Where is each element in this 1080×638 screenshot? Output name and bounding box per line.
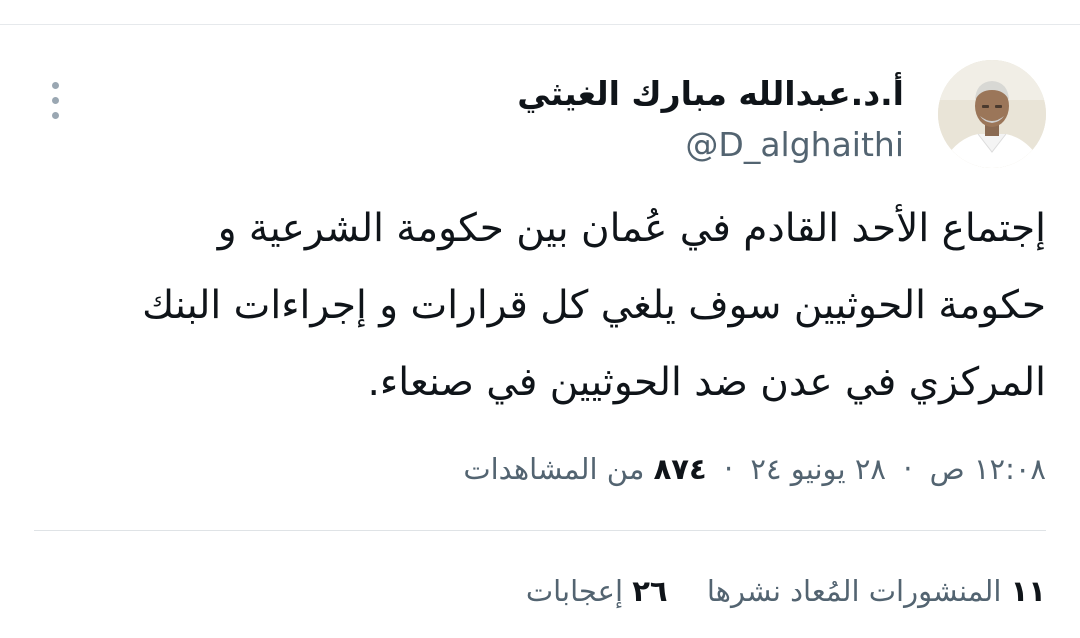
reposts-label: المنشورات المُعاد نشرها — [706, 574, 1002, 608]
author-handle[interactable]: @D_alghaithi — [685, 122, 904, 168]
reposts-stat[interactable]: ١١ المنشورات المُعاد نشرها — [698, 574, 1046, 608]
tweet-date[interactable]: ٢٨ يونيو ٢٤ — [750, 452, 886, 486]
tweet-meta: ١٢:٠٨ ص · ٢٨ يونيو ٢٤ · ٨٧٤ من المشاهدات — [463, 448, 1046, 490]
stats-divider — [34, 530, 1046, 531]
tweet-time[interactable]: ١٢:٠٨ ص — [930, 452, 1046, 486]
dot — [51, 112, 59, 119]
separator: · — [723, 452, 734, 486]
separator: · — [903, 452, 913, 486]
likes-label: إعجابات — [525, 574, 623, 608]
likes-count: ٢٦ — [632, 574, 668, 608]
profile-photo — [938, 60, 1046, 168]
more-vertical-icon[interactable] — [42, 82, 68, 126]
reposts-count: ١١ — [1010, 574, 1046, 608]
tweet-text: إجتماع الأحد القادم في عُمان بين حكومة ا… — [142, 206, 1046, 405]
dot — [51, 97, 59, 104]
dot — [51, 82, 59, 89]
views-label: من المشاهدات — [463, 452, 645, 486]
views-count: ٨٧٤ — [653, 452, 707, 486]
likes-stat[interactable]: ٢٦ إعجابات — [526, 574, 668, 608]
avatar[interactable] — [938, 60, 1046, 168]
engagement-stats: ١١ المنشورات المُعاد نشرها ٢٦ إعجابات — [496, 570, 1046, 612]
top-divider — [0, 24, 1080, 25]
author-display-name[interactable]: أ.د.عبدالله مبارك الغيثي — [517, 70, 904, 118]
